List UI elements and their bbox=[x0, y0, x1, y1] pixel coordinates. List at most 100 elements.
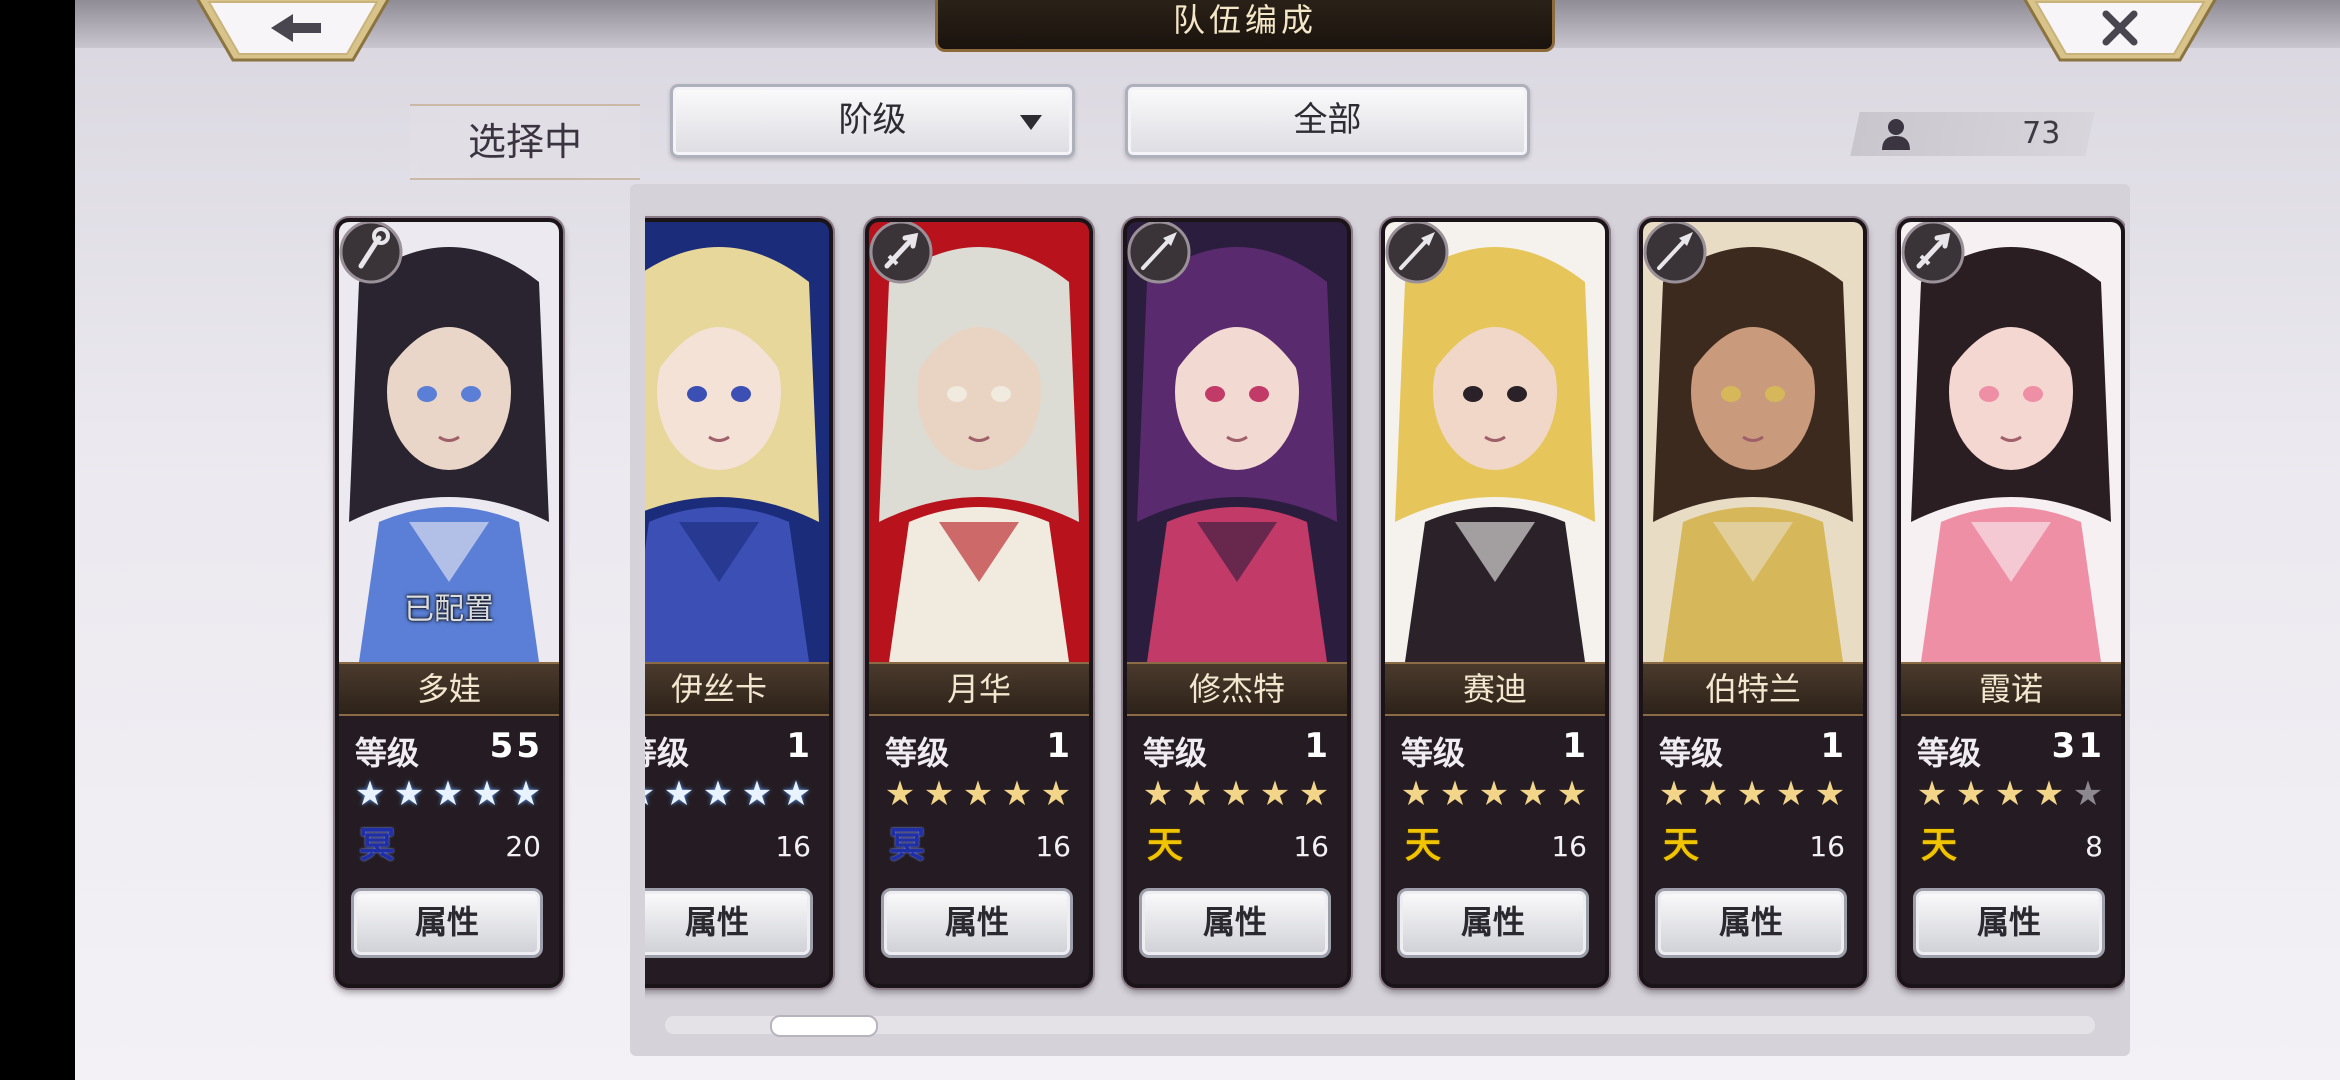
close-icon bbox=[2023, 0, 2217, 62]
star-icon: ★ bbox=[663, 774, 696, 814]
star-icon: ★ bbox=[1517, 774, 1550, 814]
character-name: 霞诺 bbox=[1901, 662, 2121, 716]
arrow-left-icon bbox=[196, 0, 390, 62]
level-label: 等级 bbox=[1917, 734, 1982, 772]
level-value: 1 bbox=[1820, 726, 1847, 766]
attribute-button[interactable]: 属性 bbox=[881, 888, 1073, 958]
spear-icon bbox=[1385, 222, 1453, 288]
level-value: 1 bbox=[1304, 726, 1331, 766]
selected-character-card[interactable]: 已配置 多娃 等级 55 ★ ★ ★ ★ ★ 冥 20 属性 bbox=[335, 218, 563, 988]
sword-icon bbox=[869, 222, 937, 288]
rank-filter-dropdown[interactable]: 阶级 bbox=[670, 84, 1075, 158]
team-formation-screen: 队伍编成 选择中 阶级 全部 73 已配置 多娃 等级 55 ★ ★ ★ ★ ★… bbox=[75, 0, 2340, 1080]
character-stats: 等级 1 ★ ★ ★ ★ ★ 天 16 属性 bbox=[1643, 716, 1863, 984]
star-icon: ★ bbox=[393, 774, 426, 814]
empty-star-icon: ★ bbox=[2072, 774, 2105, 814]
star-icon: ★ bbox=[354, 774, 387, 814]
chevron-down-icon bbox=[1020, 115, 1042, 130]
star-icon: ★ bbox=[645, 774, 660, 814]
star-icon: ★ bbox=[884, 774, 917, 814]
cost-value: 16 bbox=[1293, 830, 1329, 863]
star-icon: ★ bbox=[1439, 774, 1472, 814]
star-icon: ★ bbox=[1259, 774, 1292, 814]
star-icon: ★ bbox=[1955, 774, 1988, 814]
character-card[interactable]: 霞诺 等级 31 ★ ★ ★ ★ ★ 天 8 属性 bbox=[1897, 218, 2125, 988]
star-icon: ★ bbox=[1298, 774, 1331, 814]
sword-icon bbox=[1901, 222, 1969, 288]
all-filter-label: 全部 bbox=[1293, 100, 1362, 140]
star-icon: ★ bbox=[1040, 774, 1073, 814]
rank-filter-label: 阶级 bbox=[838, 100, 907, 140]
star-icon: ★ bbox=[1142, 774, 1175, 814]
star-icon: ★ bbox=[1478, 774, 1511, 814]
rarity-stars: ★★★★★ bbox=[645, 774, 816, 814]
selected-tab[interactable]: 选择中 bbox=[410, 104, 640, 180]
character-portrait bbox=[645, 222, 829, 662]
element-icon: 冥 bbox=[888, 825, 925, 866]
star-icon: ★ bbox=[780, 774, 813, 814]
character-name: 伊丝卡 bbox=[645, 662, 829, 716]
level-value: 31 bbox=[2051, 726, 2105, 766]
character-name: 月华 bbox=[869, 662, 1089, 716]
element-icon: 天 bbox=[1662, 825, 1699, 866]
character-card[interactable]: 修杰特 等级 1 ★ ★ ★ ★ ★ 天 16 属性 bbox=[1123, 218, 1351, 988]
roster-scrollbar[interactable] bbox=[665, 1016, 2095, 1034]
roster-scrollbar-thumb[interactable] bbox=[770, 1015, 878, 1037]
star-icon: ★ bbox=[702, 774, 735, 814]
level-value: 1 bbox=[1046, 726, 1073, 766]
rarity-stars: ★★★★★ bbox=[1913, 774, 2108, 814]
character-stats: 等级 55 ★ ★ ★ ★ ★ 冥 20 属性 bbox=[339, 716, 559, 984]
character-card[interactable]: 伯特兰 等级 1 ★ ★ ★ ★ ★ 天 16 属性 bbox=[1639, 218, 1867, 988]
level-label: 等级 bbox=[1143, 734, 1208, 772]
back-button[interactable] bbox=[193, 0, 393, 64]
character-card[interactable]: 月华等级 1 ★ ★ ★ ★ ★ 冥 16 属性 bbox=[865, 218, 1093, 988]
close-button[interactable] bbox=[2020, 0, 2220, 64]
spear-icon bbox=[1127, 222, 1195, 288]
character-stats: 等级 31 ★ ★ ★ ★ ★ 天 8 属性 bbox=[1901, 716, 2121, 984]
rarity-stars: ★★★★★ bbox=[351, 774, 546, 814]
attribute-button[interactable]: 属性 bbox=[351, 888, 543, 958]
star-icon: ★ bbox=[510, 774, 543, 814]
element-icon: 冥 bbox=[358, 825, 395, 866]
staff-icon bbox=[339, 222, 407, 288]
level-label: 等级 bbox=[885, 734, 950, 772]
person-icon bbox=[1882, 119, 1910, 150]
rarity-stars: ★★★★★ bbox=[1655, 774, 1850, 814]
cost-value: 16 bbox=[1551, 830, 1587, 863]
attribute-button[interactable]: 属性 bbox=[1139, 888, 1331, 958]
level-label: 等级 bbox=[1659, 734, 1724, 772]
character-card[interactable]: 赛迪 等级 1 ★ ★ ★ ★ ★ 天 16 属性 bbox=[1381, 218, 1609, 988]
roster-list[interactable]: 伊丝卡等级1★★★★★16属性 月华等级1★★★★★冥16属性 修杰特等级1★★… bbox=[645, 184, 2125, 1024]
element-icon: 天 bbox=[1146, 825, 1183, 866]
level-value: 1 bbox=[786, 726, 813, 766]
character-name: 赛迪 bbox=[1385, 662, 1605, 716]
star-icon: ★ bbox=[1736, 774, 1769, 814]
character-name: 多娃 bbox=[339, 662, 559, 716]
rarity-stars: ★★★★★ bbox=[1397, 774, 1592, 814]
attribute-button[interactable]: 属性 bbox=[1913, 888, 2105, 958]
character-stats: 等级 1 ★ ★ ★ ★ ★ 冥 16 属性 bbox=[869, 716, 1089, 984]
element-icon: 天 bbox=[1920, 825, 1957, 866]
character-card[interactable]: 伊丝卡等级1★★★★★16属性 bbox=[645, 218, 833, 988]
spear-icon bbox=[1643, 222, 1711, 288]
level-value: 1 bbox=[1562, 726, 1589, 766]
character-stats: 等级 1 ★ ★ ★ ★ ★ 天 16 属性 bbox=[1385, 716, 1605, 984]
character-name: 伯特兰 bbox=[1643, 662, 1863, 716]
star-icon: ★ bbox=[1220, 774, 1253, 814]
attribute-button[interactable]: 属性 bbox=[1655, 888, 1847, 958]
star-icon: ★ bbox=[2033, 774, 2066, 814]
level-value: 55 bbox=[489, 726, 543, 766]
star-icon: ★ bbox=[1916, 774, 1949, 814]
attribute-button[interactable]: 属性 bbox=[1397, 888, 1589, 958]
rarity-stars: ★★★★★ bbox=[881, 774, 1076, 814]
star-icon: ★ bbox=[1181, 774, 1214, 814]
attribute-button[interactable]: 属性 bbox=[645, 888, 813, 958]
cost-value: 20 bbox=[505, 830, 541, 863]
star-icon: ★ bbox=[1001, 774, 1034, 814]
star-icon: ★ bbox=[962, 774, 995, 814]
all-filter-button[interactable]: 全部 bbox=[1125, 84, 1530, 158]
unit-count-value: 73 bbox=[2021, 116, 2061, 151]
cost-value: 16 bbox=[1035, 830, 1071, 863]
star-icon: ★ bbox=[1697, 774, 1730, 814]
star-icon: ★ bbox=[1814, 774, 1847, 814]
